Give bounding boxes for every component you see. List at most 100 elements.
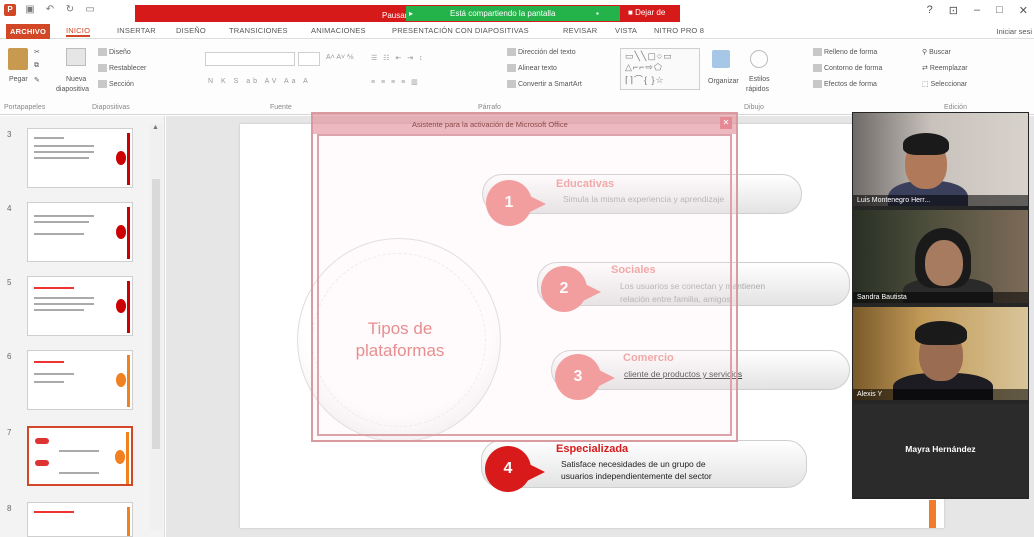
section-button[interactable]: Sección <box>98 80 134 88</box>
copy-icon[interactable]: ⧉ <box>34 62 39 70</box>
new-slide-icon[interactable] <box>66 48 86 66</box>
scrollbar-thumb[interactable] <box>152 179 160 449</box>
thumb-shape <box>35 460 49 466</box>
thumb-shape <box>35 438 49 444</box>
stop-share-button[interactable]: ■ Dejar de <box>628 8 665 17</box>
share-options-icon[interactable]: ▪ <box>596 9 599 18</box>
paste-button-label[interactable]: Pegar <box>9 76 28 83</box>
signin-link[interactable]: Iniciar sesi <box>997 27 1032 36</box>
smartart-icon <box>507 80 516 88</box>
align-icons[interactable]: ≡ ≡ ≡ ≡ ▥ <box>371 78 420 86</box>
item-title: Especializada <box>556 443 629 455</box>
tab-diseno[interactable]: DISEÑO <box>176 26 206 35</box>
redo-icon[interactable]: ↻ <box>64 4 76 16</box>
text-direction-icon <box>507 48 516 56</box>
paste-icon[interactable] <box>8 48 28 70</box>
font-size-select[interactable] <box>298 52 320 66</box>
slide-thumbnail[interactable] <box>27 202 133 262</box>
align-text-button[interactable]: Alinear texto <box>507 64 557 72</box>
save-icon[interactable]: ▣ <box>24 4 36 16</box>
help-icon[interactable]: ? <box>927 4 933 17</box>
sharing-status-label: Está compartiendo la pantalla <box>450 9 556 18</box>
thumb-text-line <box>34 151 94 153</box>
select-label: Seleccionar <box>930 81 968 88</box>
sharing-status: ▸ Está compartiendo la pantalla ▪ <box>406 6 620 21</box>
format-painter-icon[interactable]: ✎ <box>34 76 40 84</box>
maximize-icon[interactable]: □ <box>996 4 1003 17</box>
organize-icon[interactable] <box>712 50 730 68</box>
thumbnails-scrollbar[interactable]: ▲ <box>150 124 162 530</box>
new-slide-label[interactable]: Nueva <box>66 76 86 83</box>
thumb-number: 5 <box>7 278 12 287</box>
slide-thumbnail[interactable] <box>27 276 133 336</box>
shape-fill-button[interactable]: Relleno de forma <box>813 48 877 56</box>
tab-nitro[interactable]: NITRO PRO 8 <box>654 26 704 35</box>
participant-tile[interactable]: Alexis Y <box>853 307 1028 400</box>
font-format-icons[interactable]: N K S ab AV Aa A <box>208 78 311 85</box>
cut-icon[interactable]: ✂ <box>34 48 40 56</box>
replace-button[interactable]: ⇄ Reemplazar <box>922 64 968 72</box>
thumb-accent-bar <box>127 207 130 259</box>
thumb-text-line <box>34 157 89 159</box>
font-grow-icon[interactable]: A˄ A˅ ⅍ <box>326 54 354 61</box>
align-text-icon <box>507 64 516 72</box>
select-button[interactable]: ⬚ Seleccionar <box>922 80 967 88</box>
dialog-close-icon[interactable]: ✕ <box>720 117 732 129</box>
quick-styles-label[interactable]: Estilos <box>749 76 770 83</box>
participant-tile-no-video[interactable]: Mayra Hernández <box>853 404 1028 497</box>
slide-thumbnail[interactable] <box>27 502 133 537</box>
pause-share-button[interactable]: Pausar <box>382 11 407 20</box>
list-icons[interactable]: ☰ ☷ ⇤ ⇥ ↕ <box>371 54 425 62</box>
tab-inicio[interactable]: INICIO <box>66 26 91 37</box>
shape-effects-button[interactable]: Efectos de forma <box>813 80 877 88</box>
close-window-icon[interactable]: ✕ <box>1019 4 1028 17</box>
participant-name: Alexis Y <box>853 389 1028 400</box>
slide-thumbnail[interactable] <box>27 128 133 188</box>
convert-smartart-button[interactable]: Convertir a SmartArt <box>507 80 582 88</box>
participant-tile[interactable]: Luis Montenegro Herr... <box>853 113 1028 206</box>
tab-archivo[interactable]: ARCHIVO <box>6 24 50 39</box>
thumb-text-line <box>34 309 84 311</box>
font-name-select[interactable] <box>205 52 295 66</box>
ribbon-display-icon[interactable]: ⊡ <box>949 4 958 17</box>
quick-styles-icon[interactable] <box>750 50 768 68</box>
thumb-accent-shape <box>116 373 126 387</box>
office-activation-dialog[interactable]: Asistente para la activación de Microsof… <box>311 112 738 442</box>
text-direction-button[interactable]: Dirección del texto <box>507 48 576 56</box>
quick-styles-label-2[interactable]: rápidos <box>746 86 769 93</box>
layout-icon <box>98 48 107 56</box>
participant-tile[interactable]: Sandra Bautista <box>853 210 1028 303</box>
slide-thumbnail[interactable] <box>27 350 133 410</box>
tab-vista[interactable]: VISTA <box>615 26 637 35</box>
tab-transiciones[interactable]: TRANSICIONES <box>229 26 288 35</box>
powerpoint-icon: P <box>4 4 16 16</box>
reset-button[interactable]: Restablecer <box>98 64 146 72</box>
start-presentation-icon[interactable]: ▭ <box>84 4 96 16</box>
layout-label: Diseño <box>109 48 131 56</box>
group-label-diapositivas: Diapositivas <box>92 104 130 111</box>
thumb-accent-bar <box>127 507 130 536</box>
find-button[interactable]: ⚲ Buscar <box>922 48 951 56</box>
minimize-icon[interactable]: – <box>974 4 980 17</box>
shape-outline-label: Contorno de forma <box>824 64 883 72</box>
new-slide-label-2[interactable]: diapositiva <box>56 86 89 93</box>
organize-label[interactable]: Organizar <box>708 78 739 85</box>
text-direction-label: Dirección del texto <box>518 48 576 56</box>
thumb-text-line <box>34 145 94 147</box>
align-text-label: Alinear texto <box>518 64 557 72</box>
shape-outline-button[interactable]: Contorno de forma <box>813 64 882 72</box>
tab-animaciones[interactable]: ANIMACIONES <box>311 26 366 35</box>
shapes-gallery[interactable]: ▭╲╲▢○▭ △⌐⌐⇨⬠ ⌈⌉⌒{ }☆ <box>620 48 700 90</box>
scroll-up-icon[interactable]: ▲ <box>152 124 159 131</box>
tab-insertar[interactable]: INSERTAR <box>117 26 156 35</box>
slide-thumbnail-selected[interactable] <box>27 426 133 486</box>
dialog-title-bar[interactable]: Asistente para la activación de Microsof… <box>313 114 736 134</box>
find-label: Buscar <box>929 49 951 56</box>
tab-presentacion[interactable]: PRESENTACIÓN CON DIAPOSITIVAS <box>392 26 529 35</box>
shape-fill-label: Relleno de forma <box>824 48 878 56</box>
section-label: Sección <box>109 80 134 88</box>
tab-revisar[interactable]: REVISAR <box>563 26 597 35</box>
thumb-text-line <box>34 221 89 223</box>
undo-icon[interactable]: ↶ <box>44 4 56 16</box>
layout-button[interactable]: Diseño <box>98 48 131 56</box>
